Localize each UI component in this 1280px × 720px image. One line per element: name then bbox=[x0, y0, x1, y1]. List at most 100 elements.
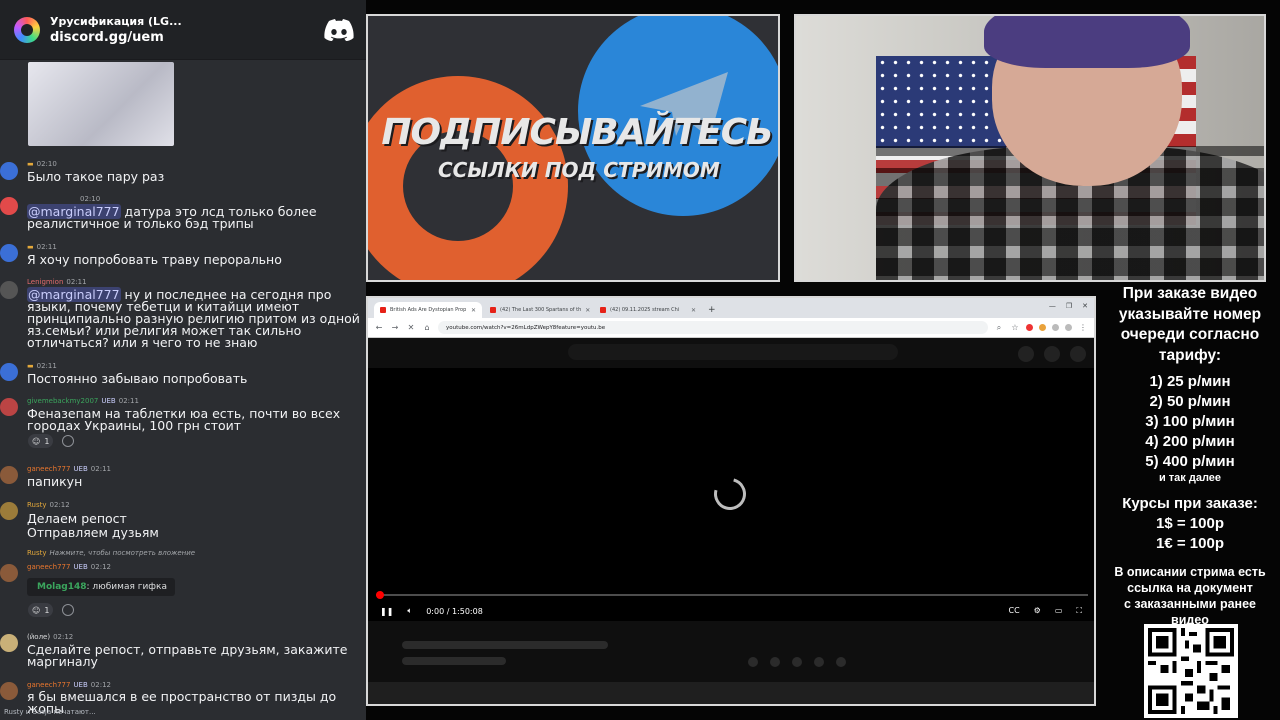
avatar bbox=[0, 682, 18, 700]
browser-tab[interactable]: British Ads Are Dystopian Prop ✕ bbox=[374, 302, 482, 318]
account-icon[interactable] bbox=[1070, 346, 1086, 362]
message-text: Делаем репост Отправляем дузьям bbox=[27, 511, 159, 540]
message-text: Сделайте репост, отправьте друзьям, зака… bbox=[27, 642, 348, 669]
message-text: @marginal777 датура это лсд только более… bbox=[27, 204, 317, 231]
extension-icon[interactable] bbox=[1052, 324, 1059, 331]
maximize-icon[interactable]: ❐ bbox=[1066, 302, 1072, 310]
volume-icon[interactable]: 🔈︎ bbox=[407, 606, 412, 616]
profile-icon[interactable] bbox=[1065, 324, 1072, 331]
browser-window: British Ads Are Dystopian Prop ✕ (42) The… bbox=[366, 296, 1096, 706]
player-controls: ❚❚ 🔈︎ 0:00 / 1:50:08 CC ⚙ ▭ ⛶ bbox=[368, 601, 1094, 621]
url-input[interactable]: youtube.com/watch?v=26mLdpZWepY8feature=… bbox=[438, 321, 988, 334]
youtube-header bbox=[368, 338, 1094, 368]
progress-bar[interactable] bbox=[376, 594, 1088, 596]
promo-subtitle: ССЫЛКИ ПОД СТРИМОМ bbox=[438, 158, 720, 182]
pause-icon[interactable]: ❚❚ bbox=[380, 607, 393, 616]
zoom-icon[interactable]: ⌕ bbox=[994, 323, 1004, 333]
avatar bbox=[0, 244, 18, 262]
qr-code bbox=[1144, 624, 1238, 718]
miniplayer-icon[interactable]: ▭ bbox=[1055, 606, 1063, 616]
stop-icon[interactable]: ✕ bbox=[406, 323, 416, 332]
tab-bar: British Ads Are Dystopian Prop ✕ (42) The… bbox=[368, 298, 1094, 318]
discord-chat-overlay: Урусификация (LG... discord.gg/uem ▬ 02:1… bbox=[0, 0, 366, 720]
message-meta: givemebackmy2007 UEB 02:11 bbox=[27, 397, 139, 405]
create-icon[interactable] bbox=[1018, 346, 1034, 362]
reply-preview[interactable]: Rusty Нажмите, чтобы посмотреть вложение bbox=[27, 549, 195, 557]
settings-gear-icon[interactable]: ⚙ bbox=[1034, 606, 1041, 616]
avatar bbox=[0, 564, 18, 582]
server-name: Урусификация (LG... bbox=[50, 14, 182, 28]
typing-indicator: Rusty и Sasja печатают... bbox=[4, 708, 96, 716]
youtube-icon bbox=[600, 307, 606, 313]
message-meta: ▬ 02:11 bbox=[27, 243, 57, 251]
forward-icon[interactable]: → bbox=[390, 323, 400, 332]
avatar bbox=[0, 398, 18, 416]
quoted-embed[interactable]: Molag148: любимая гифка bbox=[27, 578, 175, 596]
avatar bbox=[0, 466, 18, 484]
youtube-search[interactable] bbox=[568, 344, 898, 360]
message-meta: ganeech777 UEB 02:12 bbox=[27, 681, 111, 689]
reaction-chip[interactable]: ☺ 1 bbox=[28, 603, 54, 617]
minimize-icon[interactable]: — bbox=[1049, 302, 1056, 310]
server-header: Урусификация (LG... discord.gg/uem bbox=[0, 0, 366, 60]
close-tab-icon[interactable]: ✕ bbox=[691, 307, 696, 314]
avatar bbox=[0, 363, 18, 381]
promo-banner: ПОДПИСЫВАЙТЕСЬ ССЫЛКИ ПОД СТРИМОМ bbox=[366, 14, 780, 282]
menu-icon[interactable]: ⋮ bbox=[1078, 323, 1088, 332]
youtube-icon bbox=[490, 307, 496, 313]
tariff-list: 1) 25 р/мин 2) 50 р/мин 3) 100 р/мин 4) … bbox=[1145, 373, 1235, 470]
time-display: 0:00 / 1:50:08 bbox=[426, 606, 483, 616]
tariff-etc: и так далее bbox=[1158, 472, 1222, 484]
discord-logo-icon bbox=[324, 18, 354, 41]
fullscreen-icon[interactable]: ⛶ bbox=[1076, 606, 1082, 616]
browser-tab[interactable]: (42) 09.11.2025 stream Chi ✕ bbox=[594, 302, 702, 318]
gif-attachment[interactable] bbox=[28, 62, 174, 146]
add-reaction-icon[interactable] bbox=[62, 435, 74, 447]
browser-tab[interactable]: (42) The Last 300 Spartans of th ✕ bbox=[484, 302, 592, 318]
avatar bbox=[0, 281, 18, 299]
message-meta: Lenigmion 02:11 bbox=[27, 278, 87, 286]
message-meta: ▬ 02:10 bbox=[27, 160, 57, 168]
message-text: Было такое пару раз bbox=[27, 169, 165, 184]
address-bar: ← → ✕ ⌂ youtube.com/watch?v=26mLdpZWepY8… bbox=[368, 318, 1094, 338]
avatar bbox=[0, 162, 18, 180]
loading-spinner-icon bbox=[708, 472, 752, 516]
message-text: Постоянно забываю попробовать bbox=[27, 371, 248, 386]
message-meta: 02:10 bbox=[80, 195, 101, 203]
message-text: Я хочу попробовать траву перорально bbox=[27, 252, 282, 267]
avatar bbox=[0, 634, 18, 652]
notifications-icon[interactable] bbox=[1044, 346, 1060, 362]
new-tab-icon[interactable]: + bbox=[704, 302, 720, 318]
extension-icon[interactable] bbox=[1026, 324, 1033, 331]
avatar bbox=[0, 502, 18, 520]
exchange-rates: Курсы при заказе: 1$ = 100р 1€ = 100р bbox=[1122, 495, 1258, 552]
description-note: В описании стрима есть ссылка на докумен… bbox=[1114, 565, 1266, 627]
server-icon bbox=[14, 16, 40, 43]
emoji-icon: ☺ bbox=[32, 436, 41, 446]
home-icon[interactable]: ⌂ bbox=[422, 323, 432, 332]
video-player[interactable]: ❚❚ 🔈︎ 0:00 / 1:50:08 CC ⚙ ▭ ⛶ bbox=[368, 368, 1094, 621]
bookmark-star-icon[interactable]: ☆ bbox=[1010, 323, 1020, 332]
back-icon[interactable]: ← bbox=[374, 323, 384, 332]
server-invite: discord.gg/uem bbox=[50, 29, 164, 45]
webcam-feed bbox=[794, 14, 1266, 282]
message-text: папикун bbox=[27, 474, 83, 489]
avatar bbox=[0, 197, 18, 215]
message-text: @marginal777 ну и последнее на сегодня п… bbox=[27, 287, 360, 350]
close-tab-icon[interactable]: ✕ bbox=[585, 307, 590, 314]
message-meta: ▬ 02:11 bbox=[27, 362, 57, 370]
close-window-icon[interactable]: ✕ bbox=[1082, 302, 1088, 310]
captions-icon[interactable]: CC bbox=[1008, 606, 1019, 616]
extension-icon[interactable] bbox=[1039, 324, 1046, 331]
order-info-panel: При заказе видео указывайте номер очеред… bbox=[1100, 284, 1280, 628]
scrubber-handle[interactable] bbox=[376, 591, 384, 599]
message-meta: (йоле) 02:12 bbox=[27, 633, 74, 641]
close-tab-icon[interactable]: ✕ bbox=[471, 307, 476, 314]
stream-layout: Урусификация (LG... discord.gg/uem ▬ 02:1… bbox=[0, 0, 1280, 720]
message-text: Феназепам на таблетки юа есть, почти во … bbox=[27, 406, 341, 433]
reaction-chip[interactable]: ☺ 1 bbox=[28, 434, 54, 448]
youtube-icon bbox=[380, 307, 386, 313]
video-info-skeleton bbox=[368, 621, 1094, 682]
info-heading: При заказе видео указывайте номер очеред… bbox=[1118, 285, 1262, 364]
add-reaction-icon[interactable] bbox=[62, 604, 74, 616]
